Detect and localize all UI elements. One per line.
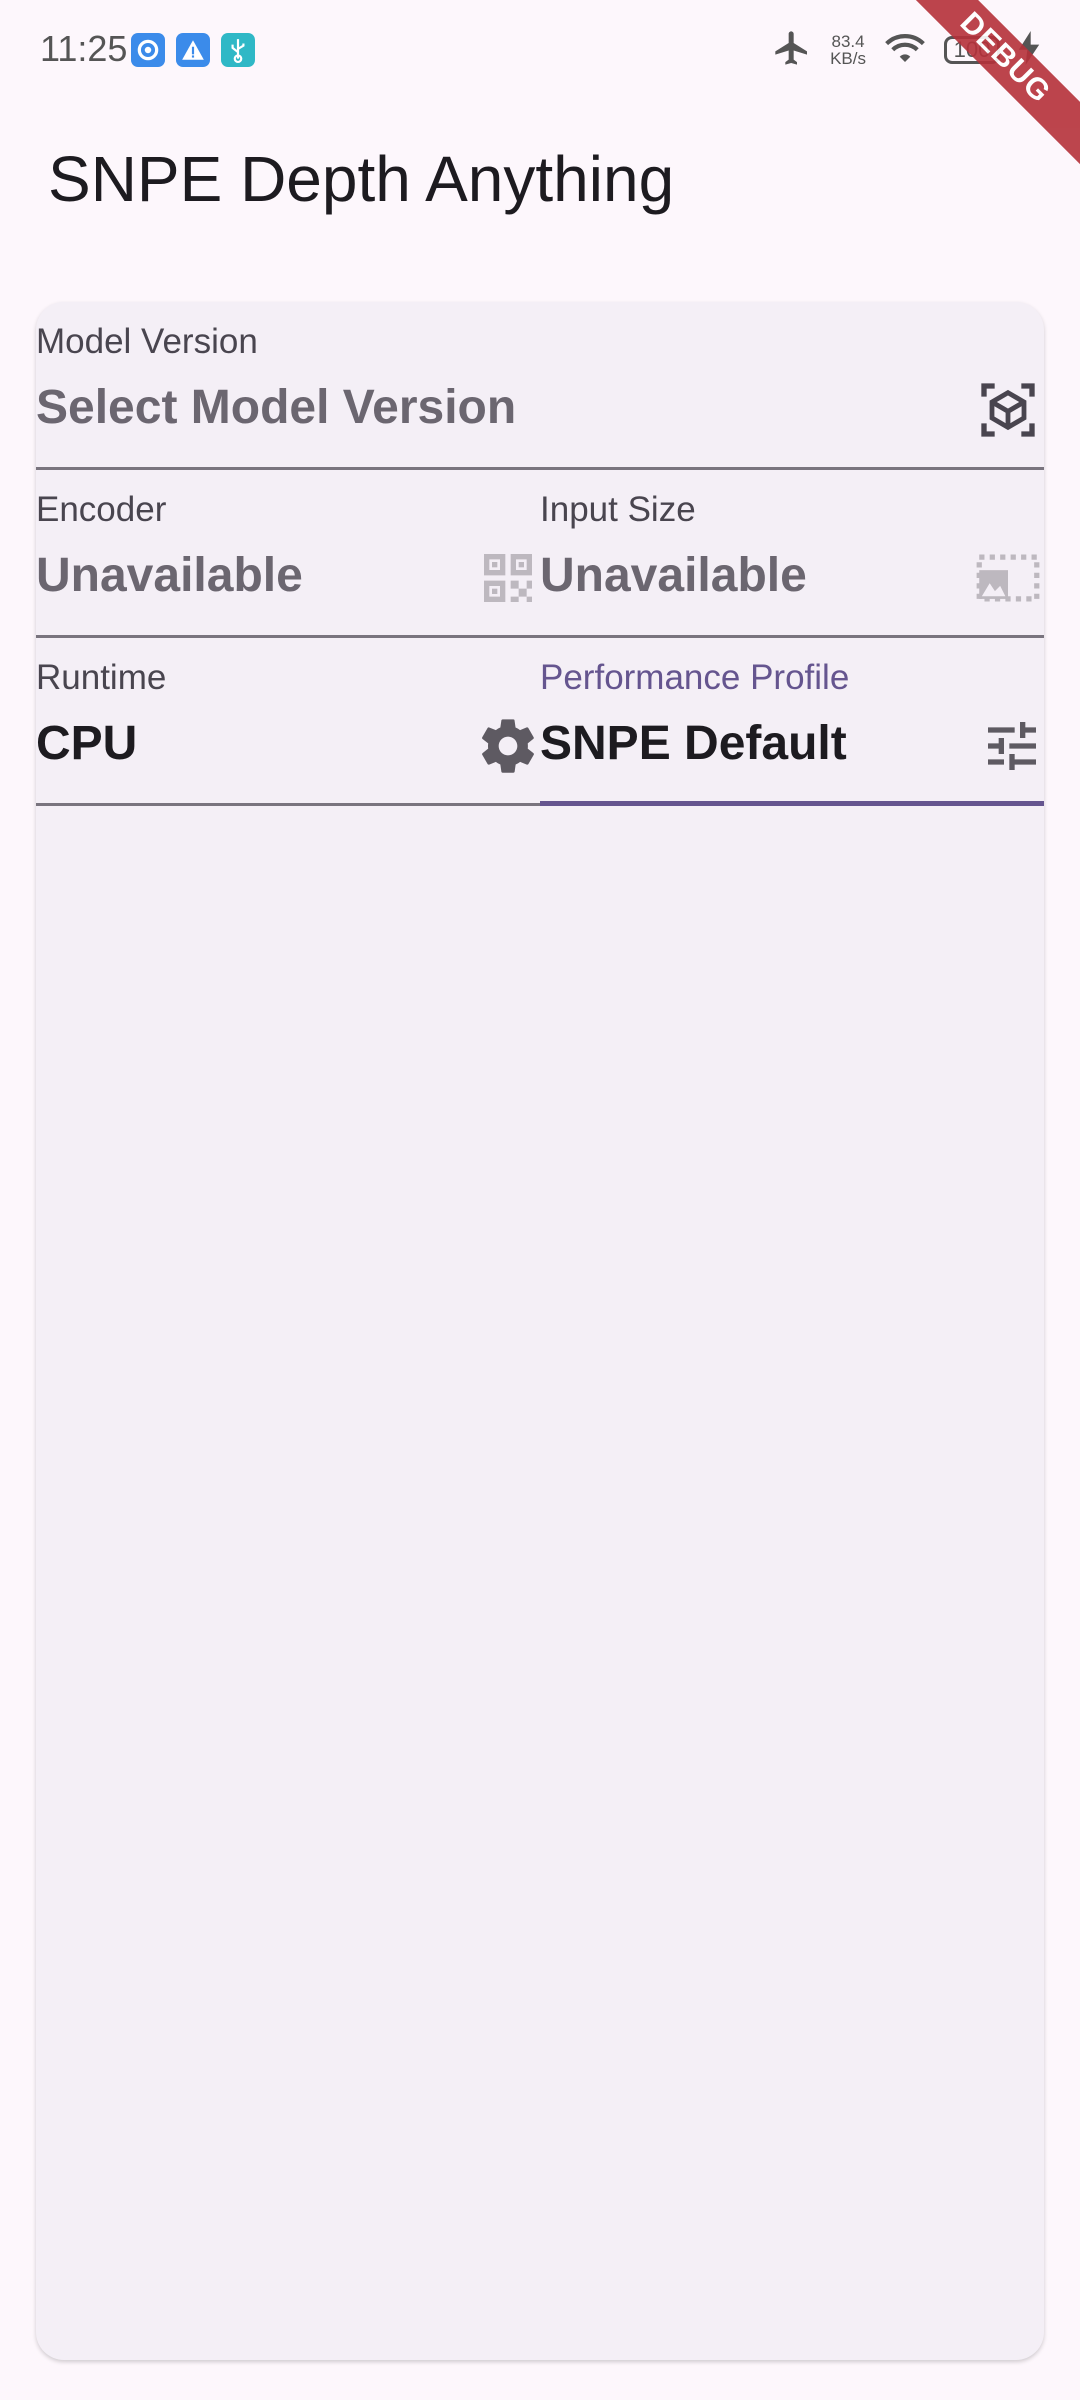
network-speed: 83.4 KB/s (830, 33, 866, 67)
encoder-label: Encoder (36, 490, 167, 529)
status-bar: 11:25 83.4 KB/s 100 (0, 0, 1080, 100)
settings-card: Model Version Select Model Version Encod… (36, 302, 1044, 2360)
performance-profile-dropdown[interactable]: Performance Profile SNPE Default (540, 638, 1044, 806)
airplane-mode-icon (772, 28, 812, 73)
input-size-dropdown[interactable]: Input Size Unavailable (540, 470, 1044, 638)
encoder-value: Unavailable (36, 549, 303, 602)
page-title: SNPE Depth Anything (48, 143, 675, 215)
cube-icon (976, 378, 1040, 442)
runtime-label: Runtime (36, 658, 167, 697)
model-version-label: Model Version (36, 322, 258, 361)
usb-notification-icon (221, 33, 255, 67)
wifi-icon (884, 30, 926, 71)
status-time: 11:25 (40, 28, 128, 69)
network-speed-value: 83.4 (831, 32, 865, 51)
network-speed-unit: KB/s (830, 49, 866, 68)
performance-profile-value: SNPE Default (540, 717, 847, 770)
performance-profile-label: Performance Profile (540, 658, 850, 697)
runtime-value: CPU (36, 717, 138, 770)
image-size-icon (974, 546, 1040, 610)
warning-notification-icon (176, 33, 210, 67)
encoder-dropdown[interactable]: Encoder Unavailable (36, 470, 540, 638)
runtime-dropdown[interactable]: Runtime CPU (36, 638, 540, 806)
settings-notification-icon (131, 33, 165, 67)
model-version-dropdown[interactable]: Model Version Select Model Version (36, 302, 1044, 470)
input-size-value: Unavailable (540, 549, 807, 602)
qr-code-icon (476, 546, 540, 610)
input-size-label: Input Size (540, 490, 696, 529)
model-version-value: Select Model Version (36, 381, 517, 434)
gear-icon (476, 714, 540, 778)
sliders-icon (980, 714, 1044, 778)
